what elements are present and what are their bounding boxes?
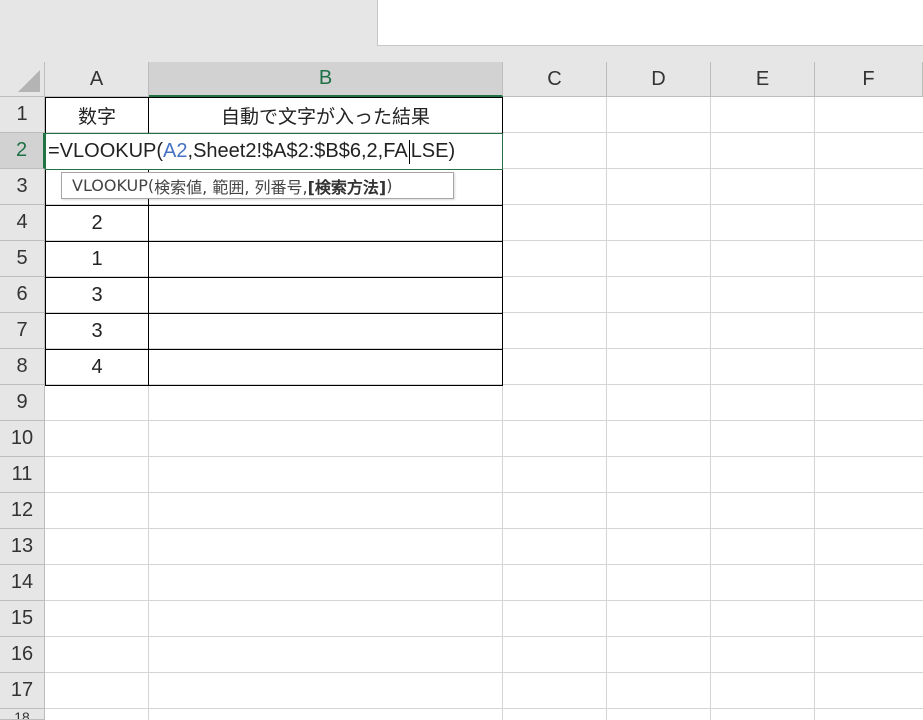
cell-b6[interactable] xyxy=(148,277,503,314)
gridline xyxy=(45,528,923,529)
row-header-6[interactable]: 6 xyxy=(0,277,45,313)
cell-editor-b2[interactable]: =VLOOKUP(A2 ,Sheet2!$A$2:$B$6,2,FA LSE) xyxy=(45,133,503,170)
cell-a5[interactable]: 1 xyxy=(45,241,149,278)
cell-a4[interactable]: 2 xyxy=(45,205,149,242)
row-header-13[interactable]: 13 xyxy=(0,529,45,565)
row-header-2[interactable]: 2 xyxy=(0,133,45,169)
column-header-a[interactable]: A xyxy=(45,62,149,97)
formula-tail: LSE) xyxy=(410,140,456,162)
cell-b1[interactable]: 自動で文字が入った結果 xyxy=(148,97,503,134)
cell-b4[interactable] xyxy=(148,205,503,242)
cell-a8[interactable]: 4 xyxy=(45,349,149,386)
gridline xyxy=(45,672,923,673)
gridline xyxy=(45,636,923,637)
row-header-16[interactable]: 16 xyxy=(0,637,45,673)
gridline xyxy=(45,492,923,493)
row-header-10[interactable]: 10 xyxy=(0,421,45,457)
gridline xyxy=(45,420,923,421)
column-header-f[interactable]: F xyxy=(815,62,923,97)
row-header-11[interactable]: 11 xyxy=(0,457,45,493)
gridline xyxy=(45,456,923,457)
formula-bar[interactable] xyxy=(377,0,923,46)
gridline xyxy=(710,97,711,720)
formula-ref-a2: A2 xyxy=(163,140,188,162)
tooltip-function-name[interactable]: VLOOKUP( xyxy=(72,176,154,195)
cell-a1[interactable]: 数字 xyxy=(45,97,149,134)
select-all-button[interactable] xyxy=(0,62,45,97)
row-header-1[interactable]: 1 xyxy=(0,97,45,133)
column-header-c[interactable]: C xyxy=(503,62,607,97)
column-header-e[interactable]: E xyxy=(711,62,815,97)
cell-b5[interactable] xyxy=(148,241,503,278)
row-header-5[interactable]: 5 xyxy=(0,241,45,277)
row-header-7[interactable]: 7 xyxy=(0,313,45,349)
cell-b7[interactable] xyxy=(148,313,503,350)
row-header-15[interactable]: 15 xyxy=(0,601,45,637)
cell-b8[interactable] xyxy=(148,349,503,386)
gridline xyxy=(814,97,815,720)
row-header-18[interactable]: 18 xyxy=(0,709,45,720)
row-header-14[interactable]: 14 xyxy=(0,565,45,601)
gridline xyxy=(45,564,923,565)
text-caret xyxy=(408,139,410,164)
tooltip-close: ) xyxy=(386,176,393,195)
function-tooltip: VLOOKUP(検索値, 範囲, 列番号, [検索方法]) xyxy=(61,172,454,199)
column-header-b[interactable]: B xyxy=(149,62,503,97)
row-header-12[interactable]: 12 xyxy=(0,493,45,529)
gridline xyxy=(45,708,923,709)
column-header-d[interactable]: D xyxy=(607,62,711,97)
row-header-8[interactable]: 8 xyxy=(0,349,45,385)
row-header-3[interactable]: 3 xyxy=(0,169,45,205)
tooltip-args: 検索値, 範囲, 列番号, xyxy=(154,177,308,197)
gridline xyxy=(45,600,923,601)
gridline xyxy=(606,97,607,720)
select-all-triangle-icon xyxy=(18,70,40,92)
formula-middle: ,Sheet2!$A$2:$B$6,2,FA xyxy=(187,140,408,162)
cell-a6[interactable]: 3 xyxy=(45,277,149,314)
row-header-9[interactable]: 9 xyxy=(0,385,45,421)
row-header-4[interactable]: 4 xyxy=(0,205,45,241)
cell-a7[interactable]: 3 xyxy=(45,313,149,350)
row-header-17[interactable]: 17 xyxy=(0,673,45,709)
formula-prefix: =VLOOKUP( xyxy=(48,140,164,162)
tooltip-optional-arg: [検索方法] xyxy=(307,177,387,197)
